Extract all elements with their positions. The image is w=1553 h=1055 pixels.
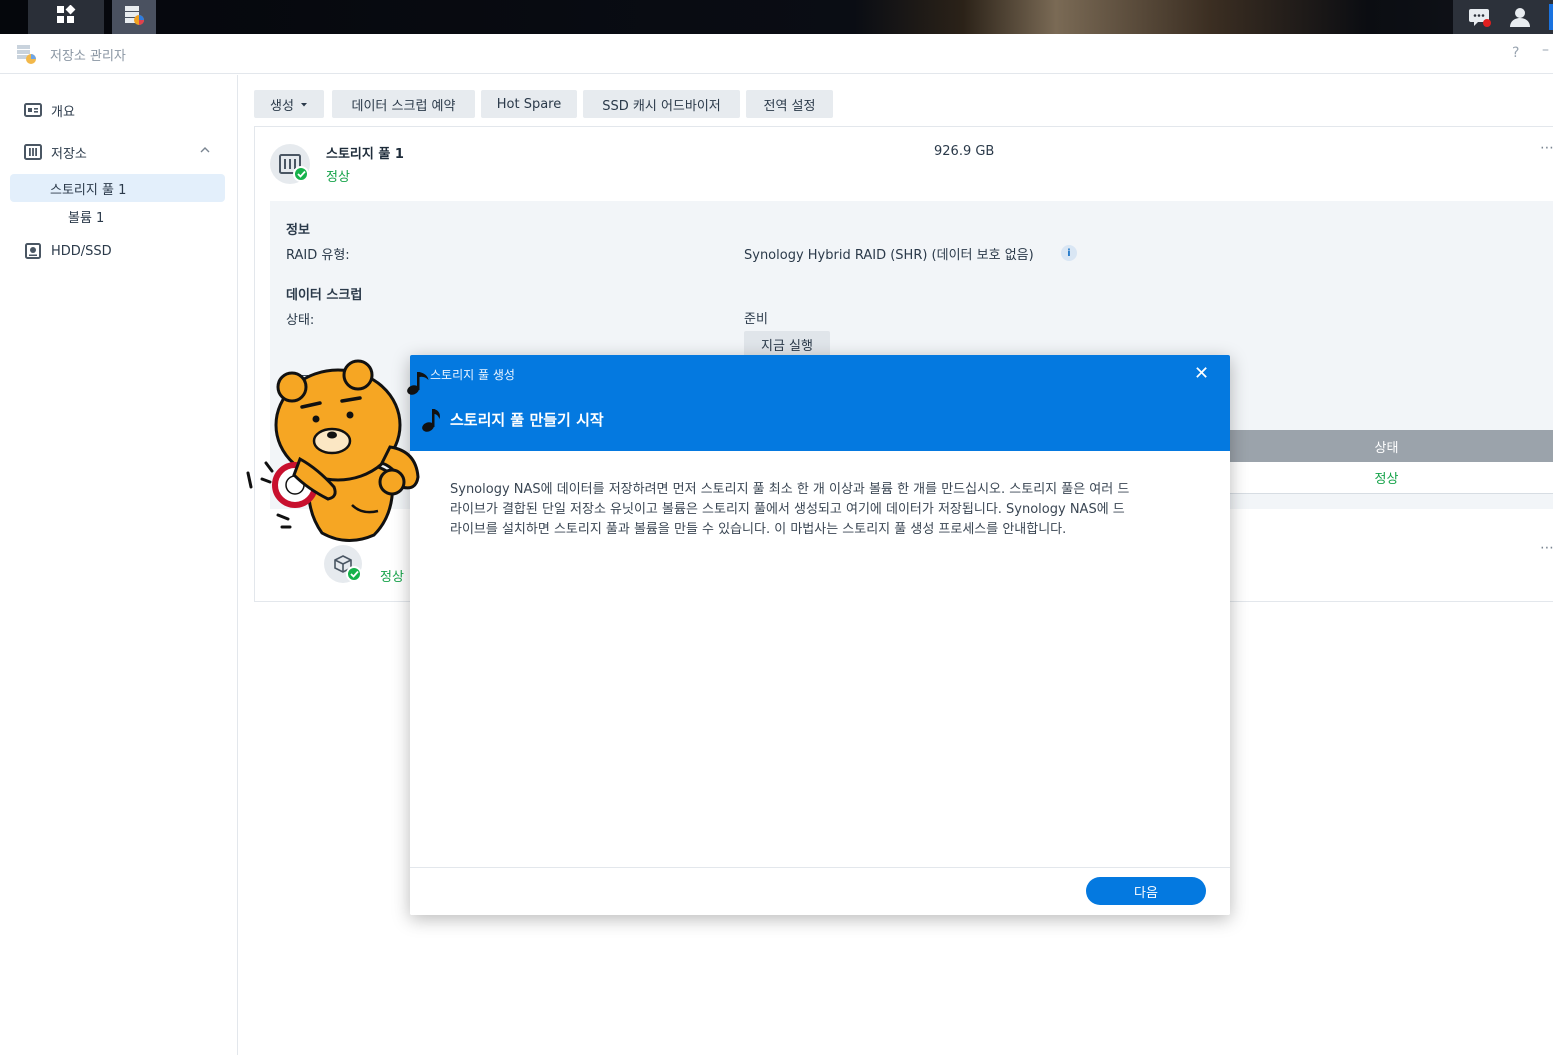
overview-icon: [24, 101, 42, 119]
table-cell-status: 정상: [1220, 462, 1553, 494]
info-icon[interactable]: i: [1061, 245, 1077, 261]
sidebar-item-hdd-ssd[interactable]: HDD/SSD: [10, 237, 225, 265]
storage-icon: [24, 143, 42, 161]
storage-manager-icon: [16, 43, 38, 65]
table-header-status[interactable]: 상태: [1220, 430, 1553, 462]
sidebar-item-storage-pool-1[interactable]: 스토리지 풀 1: [10, 174, 225, 202]
close-icon[interactable]: ✕: [1194, 363, 1209, 384]
run-now-button[interactable]: 지금 실행: [744, 331, 830, 357]
minimize-button[interactable]: –: [1542, 42, 1549, 58]
window-titlebar: 저장소 관리자 ? –: [0, 34, 1553, 74]
dialog-window-title: 스토리지 풀 생성: [430, 368, 515, 382]
description-line: Synology NAS에 데이터를 저장하려면 먼저 스토리지 풀 최소 한 …: [450, 482, 1130, 497]
create-dropdown-button[interactable]: 생성: [254, 90, 324, 118]
global-settings-button[interactable]: 전역 설정: [746, 90, 833, 118]
sidebar-item-label: 저장소: [51, 146, 87, 162]
caret-down-icon: [300, 97, 308, 112]
check-icon: [293, 166, 309, 182]
user-icon[interactable]: [1507, 4, 1533, 30]
tray-edge: [1549, 4, 1553, 30]
grid-icon: [56, 4, 76, 29]
sidebar-item-label: 스토리지 풀 1: [50, 182, 127, 198]
scrub-state-label: 상태:: [286, 313, 315, 328]
sidebar: 개요 저장소 스토리지 풀 1 볼륨 1 HDD/SSD: [0, 75, 238, 1055]
raid-type-label: RAID 유형:: [286, 248, 350, 263]
storage-manager-taskbar-button[interactable]: [112, 0, 156, 34]
hdd-icon: [24, 242, 42, 260]
dialog-title: 스토리지 풀 만들기 시작: [450, 411, 604, 429]
check-icon: [346, 566, 362, 582]
description-line: 라이브를 설치하면 스토리지 풀과 볼륨을 만들 수 있습니다. 이 마법사는 …: [450, 522, 1067, 537]
ssd-cache-advisor-button[interactable]: SSD 캐시 어드바이저: [583, 90, 740, 118]
hot-spare-button[interactable]: Hot Spare: [481, 90, 577, 118]
raid-type-value: Synology Hybrid RAID (SHR) (데이터 보호 없음): [744, 248, 1034, 263]
notification-icon[interactable]: [1467, 4, 1493, 30]
create-button-label: 생성: [270, 98, 294, 114]
sidebar-item-label: HDD/SSD: [51, 243, 112, 259]
window-title: 저장소 관리자: [50, 49, 126, 64]
taskbar-tray: [1453, 0, 1553, 34]
chevron-up-icon[interactable]: [199, 144, 211, 160]
more-options-icon[interactable]: ⋯: [1540, 540, 1553, 556]
storage-pool-status: 정상: [326, 170, 350, 185]
data-scrub-title: 데이터 스크럽: [286, 288, 363, 303]
storage-pool-size: 926.9 GB: [934, 144, 995, 159]
sidebar-item-label: 볼륨 1: [68, 210, 105, 226]
volume-status: 정상: [380, 570, 404, 585]
create-storage-pool-dialog: 스토리지 풀 생성 ✕ 스토리지 풀 만들기 시작 Synology NAS에 …: [410, 355, 1230, 915]
storage-pool-name[interactable]: 스토리지 풀 1: [326, 143, 404, 162]
sidebar-item-overview[interactable]: 개요: [10, 96, 225, 124]
schedule-data-scrub-button[interactable]: 데이터 스크럽 예약: [332, 90, 475, 118]
sidebar-item-label: 개요: [51, 104, 75, 120]
info-section-title: 정보: [286, 223, 310, 238]
mascot-sticker: [240, 355, 440, 545]
next-button[interactable]: 다음: [1086, 877, 1206, 905]
more-options-icon[interactable]: ⋯: [1540, 140, 1553, 156]
dialog-description: Synology NAS에 데이터를 저장하려면 먼저 스토리지 풀 최소 한 …: [450, 480, 1190, 540]
dialog-header: 스토리지 풀 생성 ✕ 스토리지 풀 만들기 시작: [410, 355, 1230, 451]
taskbar: [0, 0, 1553, 34]
storage-manager-icon: [122, 3, 146, 31]
scrub-state-value: 준비: [744, 312, 768, 327]
description-line: 라이브가 결합된 단일 저장소 유닛이고 볼륨은 스토리지 풀에서 생성되고 여…: [450, 502, 1125, 517]
help-button[interactable]: ?: [1512, 45, 1519, 61]
main-menu-button[interactable]: [28, 0, 104, 34]
sidebar-item-volume-1[interactable]: 볼륨 1: [10, 202, 225, 230]
sidebar-item-storage[interactable]: 저장소: [10, 138, 225, 166]
